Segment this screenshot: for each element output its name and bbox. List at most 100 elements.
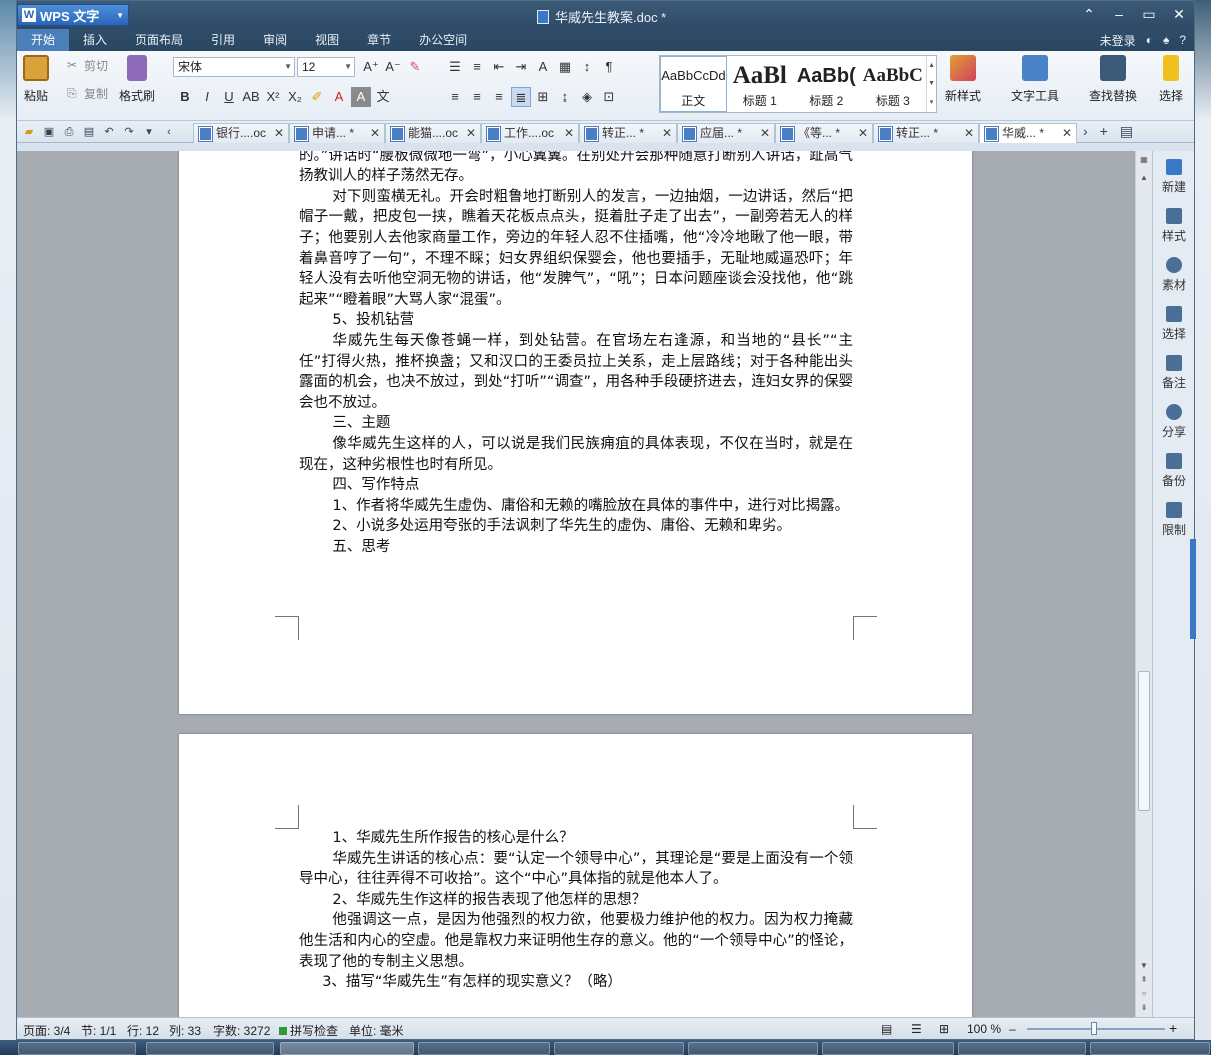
tab-scroll-right-icon[interactable]: › bbox=[1083, 123, 1088, 140]
close-button[interactable]: ✕ bbox=[1164, 1, 1194, 27]
next-page-icon[interactable]: ⇟ bbox=[1136, 1003, 1152, 1012]
clear-format-icon[interactable]: ✎ bbox=[405, 57, 425, 77]
menu-office-space[interactable]: 办公空间 bbox=[405, 29, 481, 51]
tab-document-active[interactable]: 华威... * ✕ bbox=[979, 123, 1077, 143]
zoom-in-icon[interactable]: + bbox=[1169, 1020, 1177, 1036]
print-icon[interactable]: ⎙ bbox=[61, 124, 77, 140]
menu-view[interactable]: 视图 bbox=[301, 29, 353, 51]
document-page[interactable]: 迟到了三刻钟。”“主席对他微笑一下，他还笑着伸了伸舌头，好像闯了祸怕挨骂似的。”… bbox=[179, 151, 972, 714]
paragraph[interactable]: 1、华威先生所作报告的核心是什么？ bbox=[299, 828, 853, 849]
web-view-icon[interactable]: ⊞ bbox=[939, 1022, 949, 1036]
sort-icon[interactable]: ↕ bbox=[577, 57, 597, 77]
taskbar-item[interactable] bbox=[1090, 1042, 1210, 1055]
table-icon[interactable]: ▦ bbox=[555, 57, 575, 77]
help-icon[interactable]: ? bbox=[1179, 33, 1186, 47]
font-name-select[interactable]: 宋体 ▼ bbox=[173, 57, 295, 77]
decrease-indent-icon[interactable]: ⇤ bbox=[489, 57, 509, 77]
close-icon[interactable]: ✕ bbox=[370, 124, 380, 142]
italic-icon[interactable]: I bbox=[197, 87, 217, 107]
paragraph[interactable]: 2、华威先生作这样的报告表现了他怎样的思想？ bbox=[299, 890, 853, 911]
style-heading-1[interactable]: AaBl 标题 1 bbox=[727, 56, 794, 112]
minimize-button[interactable]: – bbox=[1104, 1, 1134, 27]
status-unit[interactable]: 单位: 毫米 bbox=[349, 1022, 404, 1039]
subscript-icon[interactable]: X₂ bbox=[285, 87, 305, 107]
zoom-out-icon[interactable]: – bbox=[1009, 1022, 1016, 1036]
shirt-icon[interactable]: ♠ bbox=[1163, 33, 1169, 47]
page-body[interactable]: 迟到了三刻钟。”“主席对他微笑一下，他还笑着伸了伸舌头，好像闯了祸怕挨骂似的。”… bbox=[299, 151, 853, 557]
bullet-list-icon[interactable]: ☰ bbox=[445, 57, 465, 77]
paragraph[interactable]: 他强调这一点，是因为他强烈的权力欲，他要极力维护他的权力。因为权力掩藏他生活和内… bbox=[299, 910, 853, 972]
close-icon[interactable]: ✕ bbox=[466, 124, 476, 142]
border-icon[interactable]: ⊡ bbox=[599, 87, 619, 107]
menu-page-layout[interactable]: 页面布局 bbox=[121, 29, 197, 51]
paragraph[interactable]: 五、思考 bbox=[299, 537, 853, 558]
page-view-icon[interactable]: ▤ bbox=[881, 1022, 892, 1036]
vertical-scrollbar[interactable]: ▦ ▲ ▼ ⇞ ○ ⇟ bbox=[1135, 151, 1152, 1017]
tab-document[interactable]: 转正... * ✕ bbox=[579, 123, 677, 143]
menu-review[interactable]: 审阅 bbox=[249, 29, 301, 51]
close-icon[interactable]: ✕ bbox=[1062, 124, 1072, 142]
format-painter-button[interactable]: 格式刷 bbox=[119, 55, 155, 104]
close-icon[interactable]: ✕ bbox=[760, 124, 770, 142]
paragraph[interactable]: 像华威先生这样的人，可以说是我们民族痈疽的具体表现，不仅在当时，就是在现在，这种… bbox=[299, 434, 853, 475]
open-folder-icon[interactable]: ▰ bbox=[21, 124, 37, 140]
style-gallery-scroll[interactable]: ▲ ▼ ▾ bbox=[926, 56, 936, 112]
side-panel-collapse-handle[interactable] bbox=[1190, 539, 1196, 639]
font-color-icon[interactable]: A bbox=[329, 87, 349, 107]
tab-document[interactable]: 工作....oc ✕ bbox=[481, 123, 579, 143]
copy-button[interactable]: ⎘ 复制 bbox=[67, 83, 108, 103]
undo-icon[interactable]: ↶ bbox=[101, 124, 117, 140]
strikethrough-icon[interactable]: AB bbox=[241, 87, 261, 107]
paragraph[interactable]: 1、作者将华威先生虚伪、庸俗和无赖的嘴脸放在具体的事件中，进行对比揭露。 bbox=[299, 496, 853, 517]
tab-document[interactable]: 应届... * ✕ bbox=[677, 123, 775, 143]
app-menu-button[interactable]: W WPS 文字 ▼ bbox=[17, 4, 129, 26]
tab-document[interactable]: 能猫....oc ✕ bbox=[385, 123, 481, 143]
menu-home[interactable]: 开始 bbox=[17, 29, 70, 51]
side-styles-button[interactable]: 样式 bbox=[1153, 208, 1195, 244]
cut-button[interactable]: ✂ 剪切 bbox=[67, 55, 108, 75]
close-icon[interactable]: ✕ bbox=[858, 124, 868, 142]
paste-button[interactable]: 粘贴 bbox=[23, 55, 49, 104]
distribute-icon[interactable]: ⊞ bbox=[533, 87, 553, 107]
split-view-icon[interactable]: ▦ bbox=[1136, 155, 1152, 164]
new-tab-icon[interactable]: + bbox=[1100, 123, 1108, 140]
prev-page-icon[interactable]: ⇞ bbox=[1136, 975, 1152, 984]
paragraph[interactable]: 三、主题 bbox=[299, 413, 853, 434]
taskbar-item[interactable] bbox=[146, 1042, 274, 1055]
paragraph[interactable]: 迟到了三刻钟。”“主席对他微笑一下，他还笑着伸了伸舌头，好像闯了祸怕挨骂似的。”… bbox=[299, 151, 853, 187]
menu-chapter[interactable]: 章节 bbox=[353, 29, 405, 51]
phonetic-guide-icon[interactable]: 文 bbox=[373, 87, 393, 107]
taskbar-item[interactable] bbox=[418, 1042, 550, 1055]
side-restrict-button[interactable]: 限制 bbox=[1153, 502, 1195, 538]
numbered-list-icon[interactable]: ≡ bbox=[467, 57, 487, 77]
status-word-count[interactable]: 字数: 3272 bbox=[213, 1022, 270, 1039]
align-justify-icon[interactable]: ≣ bbox=[511, 87, 531, 107]
scrollbar-thumb[interactable] bbox=[1138, 671, 1150, 811]
tab-list-icon[interactable]: ▤ bbox=[1120, 123, 1133, 140]
scroll-down-icon[interactable]: ▼ bbox=[1136, 961, 1152, 970]
increase-indent-icon[interactable]: ⇥ bbox=[511, 57, 531, 77]
close-icon[interactable]: ✕ bbox=[662, 124, 672, 142]
spell-check-toggle[interactable]: 拼写检查 bbox=[279, 1022, 338, 1039]
shading-icon[interactable]: ◈ bbox=[577, 87, 597, 107]
style-heading-3[interactable]: AaBbC 标题 3 bbox=[860, 56, 927, 112]
side-assets-button[interactable]: 素材 bbox=[1153, 257, 1195, 293]
paragraph[interactable]: 华威先生讲话的核心点：要“认定一个领导中心”，其理论是“要是上面没有一个领导中心… bbox=[299, 849, 853, 890]
side-select-button[interactable]: 选择 bbox=[1153, 306, 1195, 342]
zoom-slider-knob[interactable] bbox=[1091, 1022, 1097, 1035]
taskbar-item[interactable] bbox=[688, 1042, 818, 1055]
highlight-icon[interactable]: ✐ bbox=[307, 87, 327, 107]
save-icon[interactable]: ▣ bbox=[41, 124, 57, 140]
align-center-icon[interactable]: ≡ bbox=[467, 87, 487, 107]
document-canvas[interactable]: 迟到了三刻钟。”“主席对他微笑一下，他还笑着伸了伸舌头，好像闯了祸怕挨骂似的。”… bbox=[17, 151, 1152, 1017]
menu-insert[interactable]: 插入 bbox=[69, 29, 121, 51]
taskbar-item[interactable] bbox=[18, 1042, 136, 1055]
side-new-button[interactable]: 新建 bbox=[1153, 159, 1195, 195]
tab-document[interactable]: 申请... * ✕ bbox=[289, 123, 385, 143]
find-replace-button[interactable]: 查找替换 bbox=[1089, 55, 1137, 104]
close-icon[interactable]: ✕ bbox=[964, 124, 974, 142]
taskbar-item[interactable] bbox=[822, 1042, 954, 1055]
style-normal[interactable]: AaBbCcDd 正文 bbox=[660, 56, 727, 112]
document-page[interactable]: 1、华威先生所作报告的核心是什么？ 华威先生讲话的核心点：要“认定一个领导中心”，… bbox=[179, 734, 972, 1017]
superscript-icon[interactable]: X² bbox=[263, 87, 283, 107]
